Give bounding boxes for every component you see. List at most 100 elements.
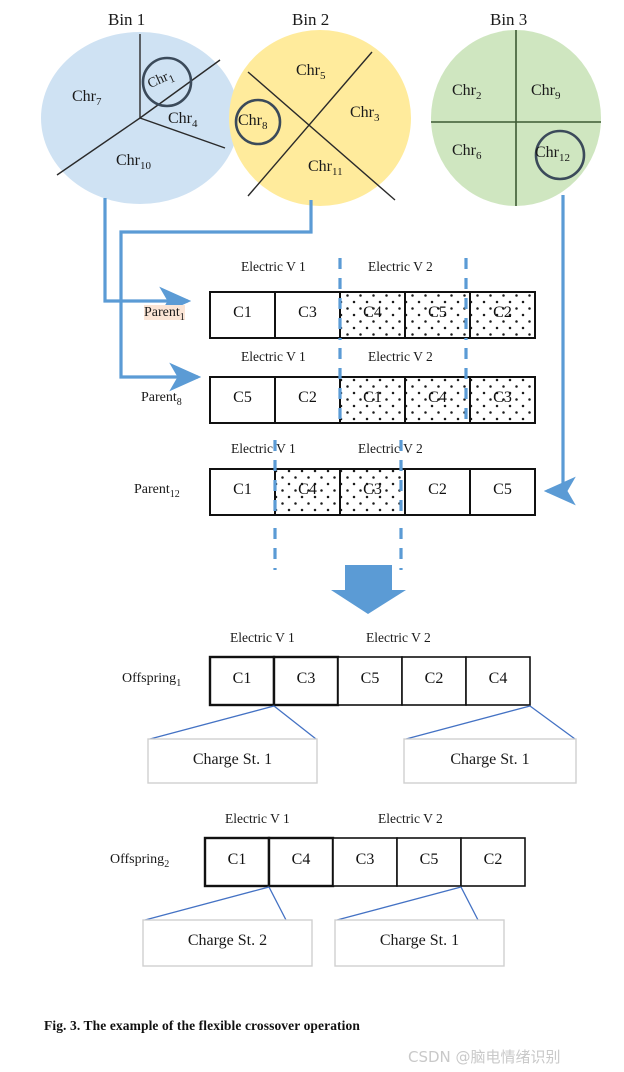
chr-label-bin1-chr4: Chr4 [168, 110, 198, 130]
chr-sub: 11 [332, 166, 343, 179]
cell-parent8-0: C5 [233, 389, 252, 406]
chr-base: Chr [350, 104, 374, 121]
cell-parent8-2: C1 [363, 389, 382, 406]
bin-title-2: Bin 2 [292, 10, 330, 29]
chr-sub: 12 [559, 152, 570, 165]
parent-index: 8 [176, 396, 182, 408]
chr-sub: 8 [262, 120, 268, 133]
chr-base: Chr [452, 82, 476, 99]
chr-sub: 5 [320, 70, 326, 83]
cell-parent12-1: C4 [298, 481, 317, 498]
cell-offspring1-4: C4 [488, 670, 508, 687]
cell-offspring2-4: C2 [483, 851, 503, 868]
cell-parent1-3: C5 [428, 304, 447, 321]
cell-offspring2-0: C1 [227, 851, 247, 868]
charge-station-offspring1-right: Charge St. 1 [450, 751, 530, 768]
row-label-offspring-1: Offspring1 [122, 671, 181, 689]
ev2-label-parent8: Electric V 2 [368, 349, 433, 364]
ev1-label-offspring2: Electric V 1 [225, 811, 290, 826]
chr-base: Chr [238, 112, 262, 129]
cell-offspring1-1: C3 [296, 670, 316, 687]
ev1-label-parent8: Electric V 1 [241, 349, 306, 364]
ev2-label-offspring2: Electric V 2 [378, 811, 443, 826]
cell-parent8-4: C3 [493, 389, 512, 406]
ev1-label-parent1: Electric V 1 [241, 259, 306, 274]
cell-parent1-2: C4 [363, 304, 382, 321]
chr-label-bin3-chr12: Chr12 [535, 144, 570, 164]
cell-offspring2-3: C5 [419, 851, 439, 868]
offspring-index: 2 [164, 858, 170, 870]
chr-base: Chr [535, 144, 559, 161]
row-label-parent-8: Parent8 [141, 390, 182, 408]
bin-title-3: Bin 3 [490, 10, 528, 29]
ev1-label-parent12: Electric V 1 [231, 441, 296, 456]
crossover-down-arrow [331, 565, 406, 614]
chr-base: Chr [72, 88, 96, 105]
chr-label-bin3-chr6: Chr6 [452, 142, 482, 162]
cell-offspring2-1: C4 [291, 851, 311, 868]
chr-base: Chr [531, 82, 555, 99]
parent-word: Parent [141, 390, 177, 405]
ev2-label-offspring1: Electric V 2 [366, 630, 431, 645]
cell-parent8-3: C4 [428, 389, 447, 406]
offspring-word: Offspring [110, 852, 165, 867]
chr-base: Chr [452, 142, 476, 159]
offspring-1-charge-connectors [149, 705, 576, 740]
chr-base: Chr [308, 158, 332, 175]
cell-parent12-2: C3 [363, 481, 382, 498]
parent-name-text: Parent1 [144, 305, 185, 323]
ev1-label-offspring1: Electric V 1 [230, 630, 295, 645]
bin-title-1: Bin 1 [108, 10, 146, 29]
cell-parent8-1: C2 [298, 389, 317, 406]
chr-label-bin2-chr11: Chr11 [308, 158, 343, 178]
charge-station-offspring2-right: Charge St. 1 [379, 932, 460, 949]
chr-label-bin3-chr9: Chr9 [531, 82, 561, 102]
cell-offspring1-0: C1 [232, 670, 252, 687]
ev2-label-parent1: Electric V 2 [368, 259, 433, 274]
charge-station-offspring1-left: Charge St. 1 [192, 751, 273, 768]
chr-label-bin1-chr10: Chr10 [116, 152, 151, 172]
ev2-label-parent12: Electric V 2 [358, 441, 423, 456]
offspring-index: 1 [176, 677, 182, 689]
chr-base: Chr [168, 110, 192, 127]
connector-bin3-to-parent12 [543, 195, 576, 506]
chr-label-bin1-chr7: Chr7 [72, 88, 102, 108]
bin1-pie [41, 32, 239, 204]
figure-canvas: Bin 1 Bin 2 Bin 3 Chr7 Chr1 Chr4 Chr10 C… [0, 0, 624, 1072]
row-label-offspring-2: Offspring2 [110, 852, 169, 870]
chr-sub: 9 [555, 90, 561, 103]
chr-sub: 6 [476, 150, 482, 163]
row-label-parent-12: Parent12 [134, 482, 180, 500]
connector-bin1-to-parent1 [103, 198, 192, 316]
cell-parent12-3: C2 [428, 481, 447, 498]
parent-word: Parent [144, 305, 180, 320]
row-label-parent-1: Parent1 [144, 305, 185, 323]
chr-sub: 7 [96, 96, 102, 109]
cell-parent1-0: C1 [233, 304, 252, 321]
parent-index: 12 [169, 488, 180, 500]
chr-sub: 4 [192, 118, 198, 131]
bin3-pie [431, 30, 601, 206]
cell-offspring1-2: C5 [360, 670, 380, 687]
offspring-word: Offspring [122, 671, 177, 686]
charge-station-offspring2-left: Charge St. 2 [187, 932, 268, 949]
chr-sub: 2 [476, 90, 482, 103]
cell-offspring1-3: C2 [424, 670, 444, 687]
chr-label-bin2-chr3: Chr3 [350, 104, 380, 124]
chr-label-bin2-chr8: Chr8 [238, 112, 268, 132]
chr-base: Chr [296, 62, 320, 79]
chr-sub: 3 [374, 112, 380, 125]
cell-parent12-0: C1 [233, 481, 252, 498]
figure-caption: Fig. 3. The example of the flexible cros… [44, 1018, 360, 1033]
csdn-watermark: CSDN @脑电情绪识别 [408, 1048, 561, 1066]
parent-index: 1 [179, 311, 185, 323]
parent-word: Parent [134, 482, 170, 497]
chr-base: Chr [116, 152, 140, 169]
cell-parent1-4: C2 [493, 304, 512, 321]
cell-parent12-4: C5 [493, 481, 512, 498]
cell-offspring2-2: C3 [355, 851, 375, 868]
chr-label-bin2-chr5: Chr5 [296, 62, 326, 82]
offspring-2-charge-connectors [144, 886, 479, 921]
cell-parent1-1: C3 [298, 304, 317, 321]
chr-label-bin3-chr2: Chr2 [452, 82, 482, 102]
